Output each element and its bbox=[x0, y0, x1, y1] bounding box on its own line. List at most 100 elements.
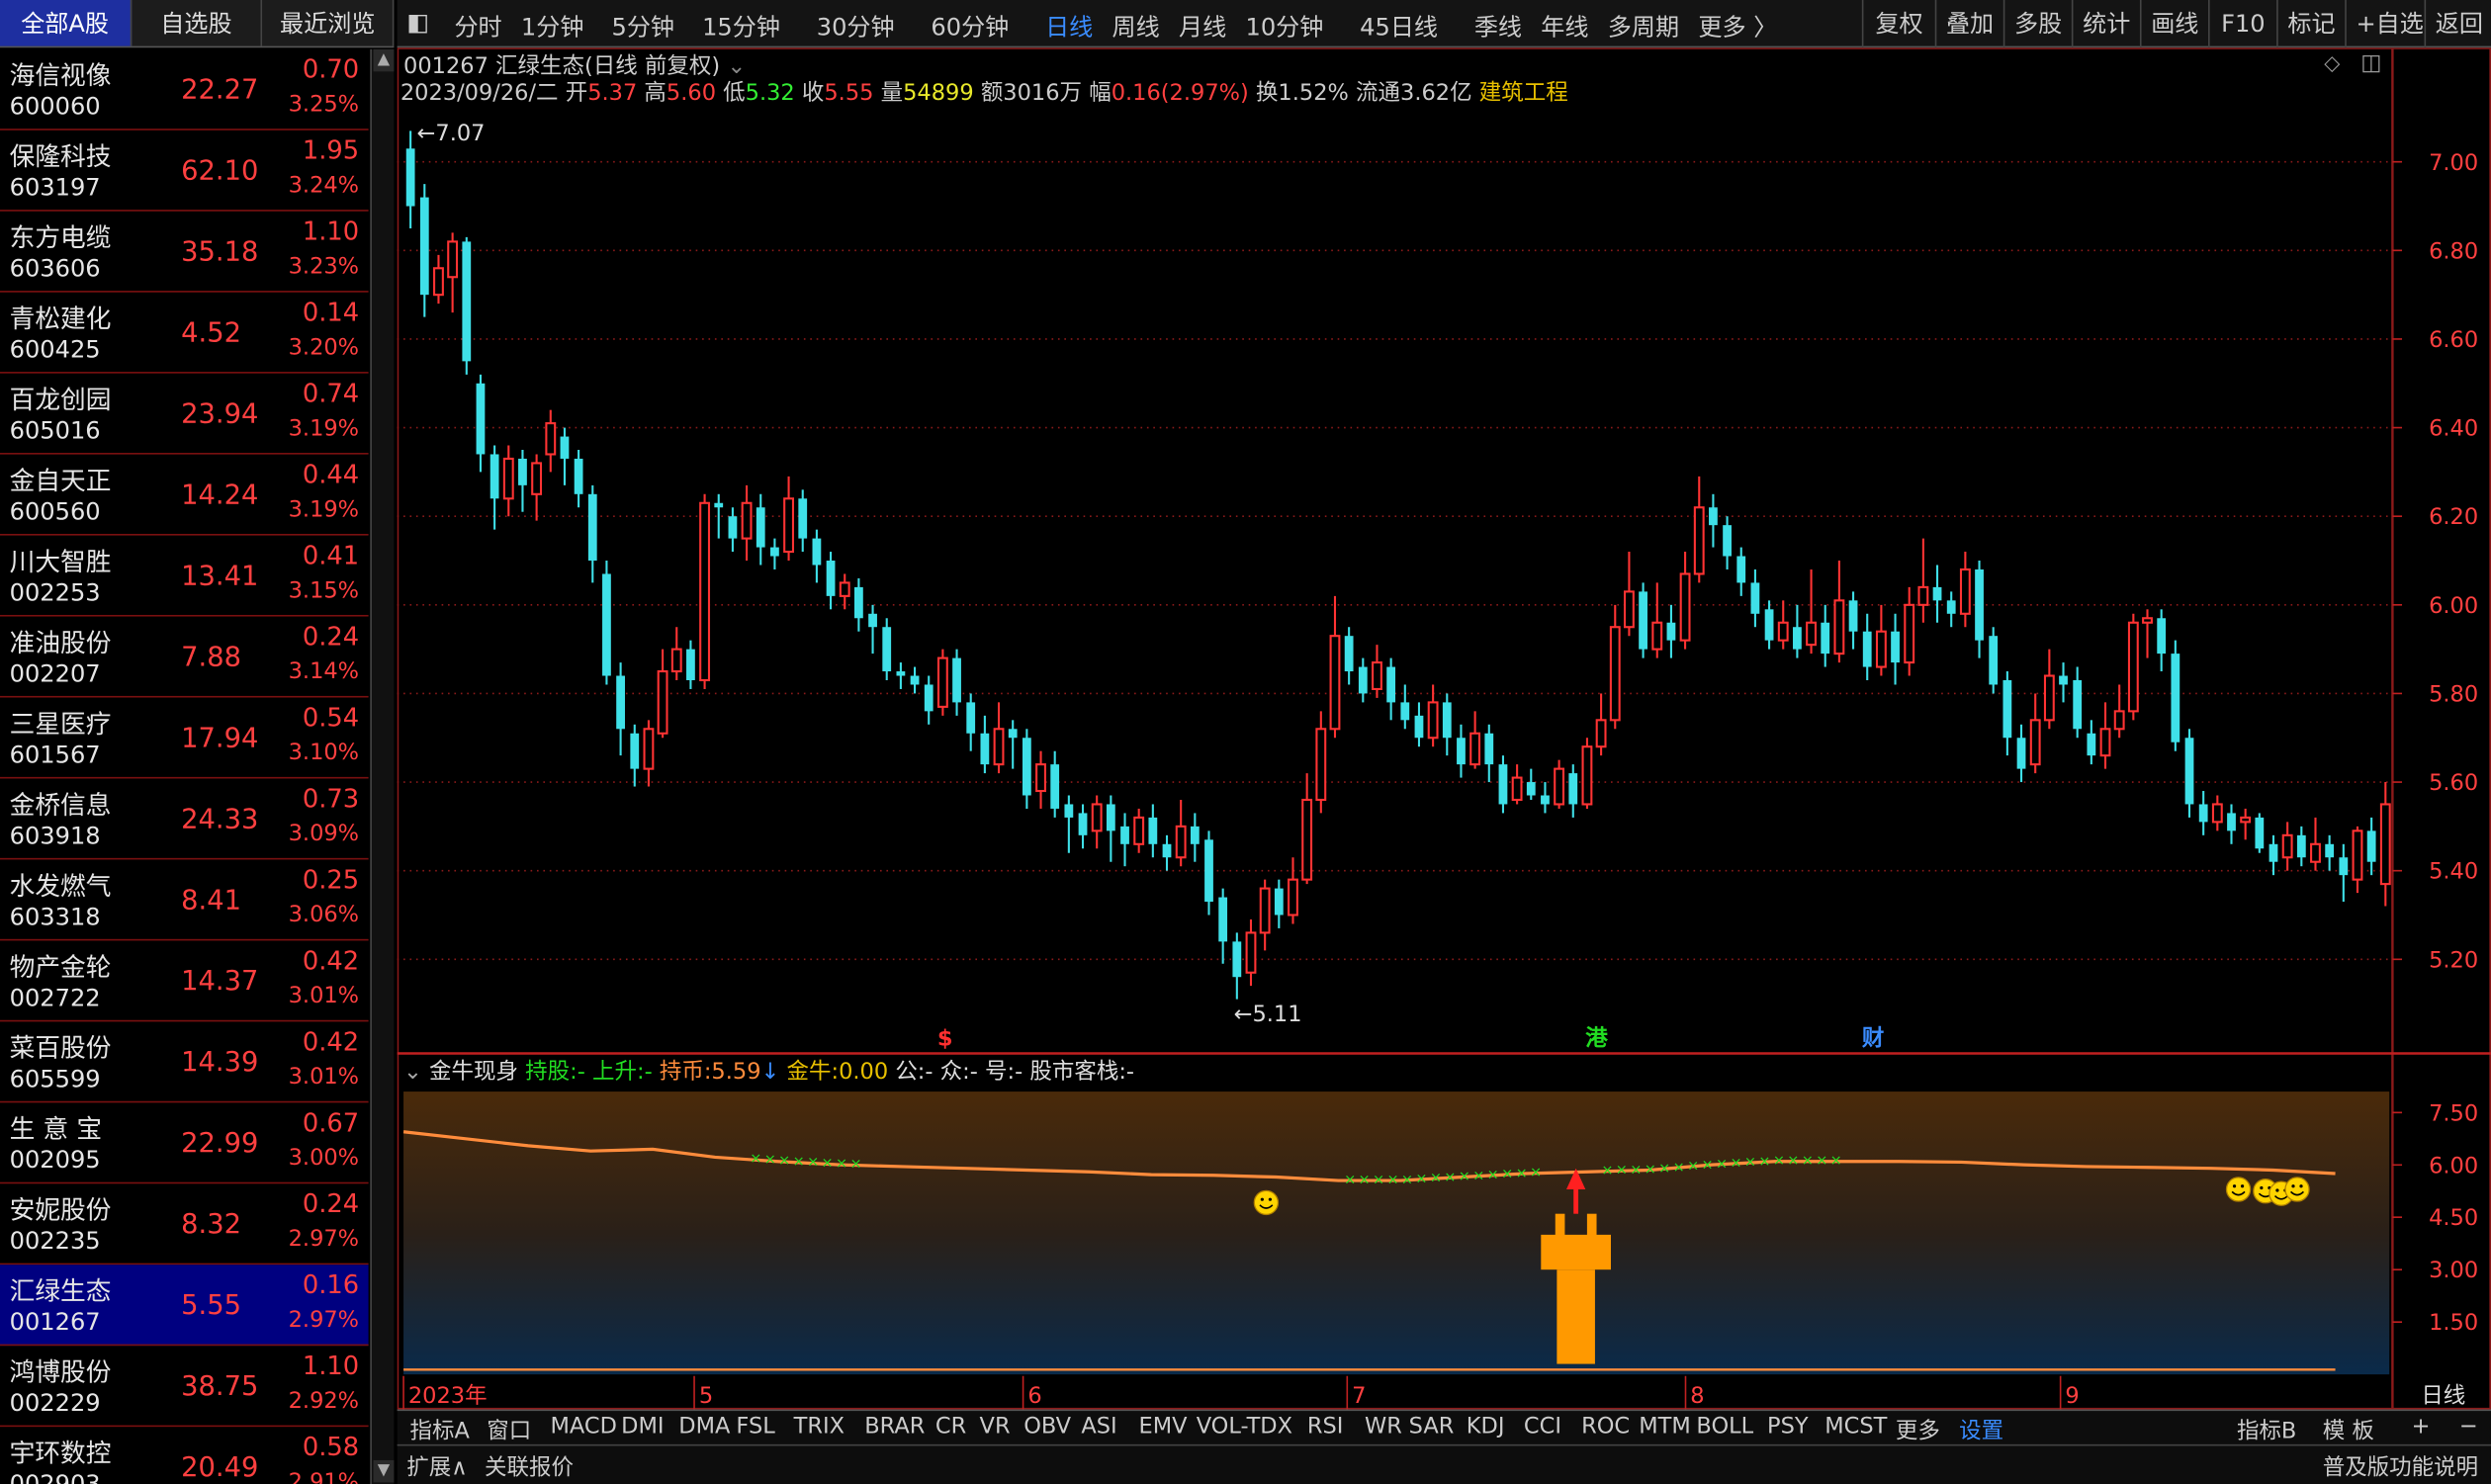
candlestick[interactable] bbox=[1526, 768, 1536, 800]
candlestick[interactable] bbox=[2255, 813, 2265, 853]
candlestick[interactable] bbox=[2240, 808, 2252, 840]
indicator-tab-12[interactable]: EMV bbox=[1139, 1414, 1188, 1440]
candlestick[interactable] bbox=[783, 476, 795, 562]
candlestick[interactable] bbox=[1288, 857, 1298, 924]
stock-row[interactable]: 鸿博股份 002229 38.75 1.10 2.92% bbox=[0, 1346, 369, 1428]
candlestick[interactable] bbox=[812, 529, 822, 583]
linked-quote-button[interactable]: 关联报价 bbox=[485, 1450, 574, 1482]
indicator-collapse-icon[interactable]: ⌄ bbox=[403, 1060, 422, 1086]
candlestick[interactable] bbox=[1891, 613, 1900, 685]
candlestick[interactable] bbox=[1498, 755, 1508, 814]
candlestick[interactable] bbox=[686, 640, 695, 689]
stock-row[interactable]: 安妮股份 002235 8.32 0.24 2.97% bbox=[0, 1183, 369, 1266]
candlestick[interactable] bbox=[1554, 759, 1565, 809]
sidebar-scrollbar[interactable]: ▲ ▼ bbox=[370, 48, 395, 1484]
candlestick[interactable] bbox=[1581, 738, 1593, 809]
period-9[interactable]: 10分钟 bbox=[1245, 10, 1323, 44]
candlestick[interactable] bbox=[1457, 724, 1466, 778]
candlestick[interactable] bbox=[1806, 568, 1818, 655]
candlestick[interactable] bbox=[2366, 817, 2376, 876]
indicator-tab-15[interactable]: WR bbox=[1365, 1414, 1402, 1440]
event-marker[interactable]: 财 bbox=[1862, 1025, 1884, 1051]
candlestick[interactable] bbox=[839, 573, 850, 610]
candlestick[interactable] bbox=[2087, 720, 2096, 765]
toolbar-btn-6[interactable]: 标记 bbox=[2276, 0, 2345, 48]
candlestick[interactable] bbox=[1904, 586, 1915, 676]
candlestick[interactable] bbox=[630, 724, 640, 787]
candlestick[interactable] bbox=[2379, 782, 2391, 907]
candlestick[interactable] bbox=[936, 649, 948, 716]
indicator-tab-21[interactable]: BOLL bbox=[1696, 1414, 1753, 1440]
candlestick[interactable] bbox=[1975, 561, 1984, 658]
candlestick[interactable] bbox=[966, 693, 976, 751]
candlestick[interactable] bbox=[2099, 702, 2111, 769]
toolbar-btn-4[interactable]: 画线 bbox=[2139, 0, 2208, 48]
candlestick[interactable] bbox=[1469, 711, 1481, 769]
candlestick[interactable] bbox=[1736, 547, 1746, 596]
expand-button[interactable]: 扩展∧ bbox=[406, 1450, 467, 1482]
period-3[interactable]: 15分钟 bbox=[702, 10, 780, 44]
candlestick[interactable] bbox=[741, 484, 753, 562]
indicator-tab-14[interactable]: RSI bbox=[1307, 1414, 1344, 1440]
candlestick[interactable] bbox=[2296, 826, 2306, 867]
candlestick[interactable] bbox=[1106, 795, 1115, 862]
indicator-tab-0[interactable]: 指标A bbox=[409, 1414, 469, 1445]
period-5[interactable]: 60分钟 bbox=[931, 10, 1009, 44]
candlestick[interactable] bbox=[728, 507, 738, 553]
candlestick[interactable] bbox=[1232, 932, 1242, 1000]
event-marker[interactable]: 港 bbox=[1585, 1025, 1608, 1051]
period-12[interactable]: 年线 bbox=[1541, 10, 1588, 44]
candlestick[interactable] bbox=[1666, 604, 1676, 658]
candlestick[interactable] bbox=[1386, 657, 1396, 721]
stock-row[interactable]: 海信视像 600060 22.27 0.70 3.25% bbox=[0, 49, 369, 131]
indicator-tab-2[interactable]: MACD bbox=[550, 1414, 616, 1440]
candlestick[interactable] bbox=[1022, 729, 1031, 809]
candlestick[interactable] bbox=[1190, 813, 1200, 862]
candlestick[interactable] bbox=[502, 445, 514, 517]
candlestick[interactable] bbox=[1315, 711, 1327, 814]
toolbar-btn-1[interactable]: 叠加 bbox=[1934, 0, 2003, 48]
candlestick[interactable] bbox=[1064, 795, 1074, 853]
stock-row[interactable]: 汇绿生态 001267 5.55 0.16 2.97% bbox=[0, 1265, 369, 1347]
candlestick[interactable] bbox=[2113, 684, 2125, 739]
stock-row[interactable]: 生 意 宝 002095 22.99 0.67 3.00% bbox=[0, 1102, 369, 1184]
candlestick[interactable] bbox=[1848, 591, 1858, 650]
candlestick[interactable] bbox=[2281, 822, 2293, 871]
candlestick[interactable] bbox=[826, 552, 836, 610]
candlestick[interactable] bbox=[1568, 764, 1578, 818]
candlestick[interactable] bbox=[1400, 684, 1410, 730]
period-0[interactable]: 分时 bbox=[454, 10, 501, 44]
indicator-tab-9[interactable]: VR bbox=[980, 1414, 1011, 1440]
indicator-tab-8[interactable]: CR bbox=[935, 1414, 966, 1440]
candlestick[interactable] bbox=[1764, 600, 1774, 650]
candlestick[interactable] bbox=[1723, 516, 1732, 569]
candlestick[interactable] bbox=[574, 449, 583, 508]
candlestick[interactable] bbox=[657, 649, 668, 739]
candlestick[interactable] bbox=[1078, 804, 1088, 849]
candlestick[interactable] bbox=[616, 662, 625, 756]
candlestick[interactable] bbox=[2157, 609, 2167, 672]
candlestick[interactable] bbox=[405, 131, 415, 228]
candlestick[interactable] bbox=[433, 254, 444, 305]
restore-window-icon[interactable]: ◫ bbox=[2360, 50, 2381, 76]
stock-row[interactable]: 水发燃气 603318 8.41 0.25 3.06% bbox=[0, 859, 369, 941]
candlestick[interactable] bbox=[1372, 645, 1382, 698]
candlestick[interactable] bbox=[1245, 918, 1257, 987]
stock-row[interactable]: 菜百股份 605599 14.39 0.42 3.01% bbox=[0, 1021, 369, 1103]
candlestick[interactable] bbox=[2227, 804, 2236, 844]
candlestick[interactable] bbox=[1442, 693, 1452, 756]
toolbar-btn-8[interactable]: 返回 bbox=[2424, 0, 2491, 48]
candlestick[interactable] bbox=[1862, 613, 1872, 680]
candlestick[interactable] bbox=[2211, 795, 2223, 831]
add-indicator-icon[interactable]: + bbox=[2412, 1414, 2431, 1440]
candlestick[interactable] bbox=[910, 666, 920, 694]
candlestick[interactable] bbox=[896, 662, 906, 689]
candlestick[interactable] bbox=[2310, 817, 2321, 871]
indicator-tab-1[interactable]: 窗口 bbox=[487, 1414, 531, 1445]
indicator-tab-17[interactable]: KDJ bbox=[1467, 1414, 1505, 1440]
candlestick[interactable] bbox=[1259, 879, 1271, 951]
candlestick[interactable] bbox=[1204, 830, 1213, 916]
toolbar-btn-2[interactable]: 多股 bbox=[2002, 0, 2072, 48]
candlestick[interactable] bbox=[980, 715, 990, 774]
candlestick[interactable] bbox=[1358, 657, 1368, 703]
